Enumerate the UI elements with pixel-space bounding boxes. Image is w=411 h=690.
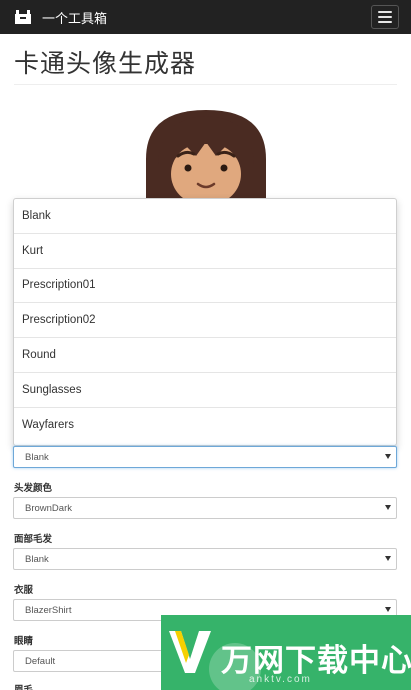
dropdown-option[interactable]: Kurt	[14, 234, 396, 269]
dropdown-option[interactable]: Prescription02	[14, 303, 396, 339]
hair-color-select[interactable]: BrownDark	[13, 497, 397, 519]
hair-color-select-value: BrownDark	[25, 502, 72, 514]
cartoon-avatar-image	[146, 110, 266, 198]
eyes-select-value: Default	[25, 655, 56, 667]
dropdown-option[interactable]: Round	[14, 338, 396, 373]
hamburger-menu-icon[interactable]	[371, 5, 399, 29]
accessories-select[interactable]: Blank	[13, 446, 397, 468]
chevron-down-icon	[385, 607, 391, 612]
chevron-down-icon	[385, 505, 391, 510]
brand-title[interactable]: 一个工具箱	[42, 8, 107, 27]
hair-color-label: 头发颜色	[14, 483, 53, 494]
wanwang-logo-icon	[169, 631, 211, 673]
banner-domain: anktv.com	[249, 674, 312, 685]
eyebrow-label: 眉毛	[14, 682, 33, 690]
avatar-preview	[138, 104, 274, 198]
clothes-label: 衣服	[14, 585, 34, 596]
toolbox-icon[interactable]	[14, 9, 32, 25]
title-divider	[14, 84, 397, 85]
watermark-banner: 万网下载中心 anktv.com	[161, 615, 411, 690]
chevron-down-icon	[385, 454, 391, 459]
dropdown-option[interactable]: Prescription01	[14, 269, 396, 304]
dropdown-option[interactable]: Sunglasses	[14, 373, 396, 408]
facial-hair-select-value: Blank	[25, 553, 49, 565]
eyes-label: 眼睛	[14, 636, 34, 647]
dropdown-option[interactable]: Blank	[14, 199, 396, 234]
top-navbar: 一个工具箱	[0, 0, 411, 34]
accessories-select-value: Blank	[25, 451, 49, 463]
chevron-down-icon	[385, 556, 391, 561]
page-title: 卡通头像生成器	[14, 49, 197, 78]
dropdown-option[interactable]: Wayfarers	[14, 408, 396, 443]
facial-hair-select[interactable]: Blank	[13, 548, 397, 570]
clothes-select-value: BlazerShirt	[25, 604, 72, 616]
facial-hair-label: 面部毛发	[14, 534, 53, 545]
accessories-dropdown-list[interactable]: Blank Kurt Prescription01 Prescription02…	[13, 198, 397, 446]
